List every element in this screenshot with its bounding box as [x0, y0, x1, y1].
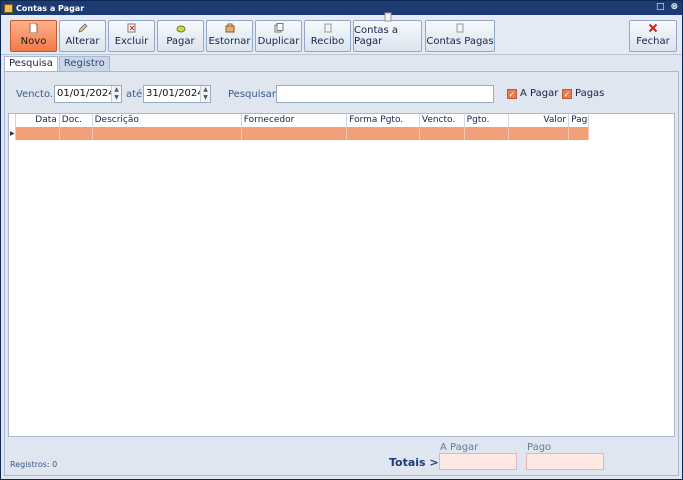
- search-input[interactable]: [276, 85, 494, 103]
- pagar-button[interactable]: Pagar: [157, 20, 204, 52]
- recibo-button-label: Recibo: [310, 36, 345, 47]
- delete-icon: [127, 23, 137, 33]
- estornar-button[interactable]: Estornar: [206, 20, 253, 52]
- recibo-button[interactable]: Recibo: [304, 20, 351, 52]
- cell-pago[interactable]: [569, 127, 590, 140]
- alterar-button[interactable]: Alterar: [59, 20, 106, 52]
- col-header-valor[interactable]: Valor: [509, 114, 570, 127]
- spin-arrows-icon[interactable]: ▲ ▼: [200, 86, 210, 102]
- excluir-button[interactable]: Excluir: [108, 20, 155, 52]
- col-header-forma-pgto[interactable]: Forma Pgto.: [347, 114, 420, 127]
- date-from-value: 01/01/2024: [57, 88, 115, 99]
- cell-pgto[interactable]: [465, 127, 510, 140]
- contas-a-pagar-button[interactable]: Contas a Pagar: [353, 12, 422, 52]
- col-header-pgto[interactable]: Pgto.: [465, 114, 510, 127]
- new-document-icon: [29, 23, 39, 33]
- cell-doc[interactable]: [60, 127, 93, 140]
- duplicate-icon: [274, 23, 284, 33]
- filter-bar: Vencto.: 01/01/2024 ▲ ▼ até 31/01/2024 ▲ ▼…: [5, 72, 678, 112]
- checkbox-checked-icon: ✓: [562, 88, 572, 99]
- col-header-vencto[interactable]: Vencto.: [420, 114, 465, 127]
- estornar-button-label: Estornar: [208, 36, 251, 47]
- date-to-input[interactable]: 31/01/2024 ▲ ▼: [143, 85, 211, 103]
- app-icon: [4, 3, 13, 13]
- contas-a-pagar-window: Contas a Pagar □ ⊗ Novo Alterar Excluir: [0, 0, 683, 480]
- contas-pagas-button[interactable]: Contas Pagas: [425, 20, 495, 52]
- cell-vencto[interactable]: [420, 127, 465, 140]
- window-title: Contas a Pagar: [16, 3, 85, 13]
- novo-button-label: Novo: [20, 36, 47, 47]
- tab-registro[interactable]: Registro: [58, 56, 110, 71]
- col-header-pago[interactable]: Pago: [569, 114, 590, 127]
- cell-forma-pgto[interactable]: [347, 127, 420, 140]
- fechar-button-label: Fechar: [636, 36, 670, 47]
- totais-label: Totais >: [389, 456, 439, 469]
- contas-grid[interactable]: Data Doc. Descrição Fornecedor Forma Pgt…: [8, 113, 675, 437]
- date-to-value: 31/01/2024: [146, 88, 204, 99]
- report-icon: [455, 23, 465, 33]
- vencto-label: Vencto.:: [16, 89, 57, 100]
- duplicar-button[interactable]: Duplicar: [255, 20, 302, 52]
- a-pagar-total-field: [439, 453, 517, 470]
- pago-total-label: Pago: [527, 442, 552, 453]
- tab-pesquisa[interactable]: Pesquisa: [4, 56, 58, 71]
- grid-header: Data Doc. Descrição Fornecedor Forma Pgt…: [9, 114, 590, 127]
- col-header-fornecedor[interactable]: Fornecedor: [242, 114, 348, 127]
- cell-fornecedor[interactable]: [242, 127, 348, 140]
- close-window-icon[interactable]: ⊗: [670, 2, 678, 12]
- pay-icon: [176, 23, 186, 33]
- receipt-icon: [323, 23, 333, 33]
- pagas-checkbox-label: Pagas: [575, 88, 605, 99]
- checkbox-checked-icon: ✓: [507, 88, 517, 99]
- pesquisa-panel: Vencto.: 01/01/2024 ▲ ▼ até 31/01/2024 ▲ ▼…: [4, 71, 679, 476]
- col-header-data[interactable]: Data: [16, 114, 60, 127]
- col-header-doc[interactable]: Doc.: [60, 114, 93, 127]
- cell-data[interactable]: [16, 127, 60, 140]
- toolbar: Novo Alterar Excluir Pagar Estornar Dupl…: [1, 12, 682, 55]
- contas-pagas-button-label: Contas Pagas: [426, 36, 494, 47]
- tab-strip: Pesquisa Registro: [4, 56, 111, 71]
- title-bar: Contas a Pagar □ ⊗: [1, 1, 682, 15]
- novo-button[interactable]: Novo: [10, 20, 57, 52]
- a-pagar-checkbox[interactable]: ✓ A Pagar: [507, 88, 558, 99]
- report-icon: [383, 12, 393, 22]
- current-row-arrow-icon: ▶: [10, 130, 15, 137]
- edit-pencil-icon: [77, 23, 88, 33]
- duplicar-button-label: Duplicar: [257, 36, 300, 47]
- pesquisar-label: Pesquisar:: [228, 89, 280, 100]
- pagas-checkbox[interactable]: ✓ Pagas: [562, 88, 604, 99]
- cell-descricao[interactable]: [93, 127, 242, 140]
- indicator-header: [9, 114, 16, 127]
- ate-label: até: [126, 89, 143, 100]
- fechar-button[interactable]: Fechar: [629, 20, 677, 52]
- col-header-descricao[interactable]: Descrição: [93, 114, 242, 127]
- pago-total-field: [526, 453, 604, 470]
- reverse-icon: [225, 23, 235, 33]
- date-from-input[interactable]: 01/01/2024 ▲ ▼: [54, 85, 122, 103]
- excluir-button-label: Excluir: [114, 36, 149, 47]
- maximize-icon[interactable]: □: [656, 2, 665, 12]
- pagar-button-label: Pagar: [166, 36, 195, 47]
- alterar-button-label: Alterar: [65, 36, 100, 47]
- footer-totals: Registros: 0 Totais > A Pagar Pago: [5, 438, 678, 476]
- a-pagar-checkbox-label: A Pagar: [520, 88, 559, 99]
- a-pagar-total-label: A Pagar: [440, 442, 479, 453]
- contas-a-pagar-button-label: Contas a Pagar: [354, 25, 399, 47]
- close-x-icon: [648, 23, 658, 33]
- table-row[interactable]: [9, 127, 590, 140]
- registros-count: Registros: 0: [10, 460, 58, 469]
- cell-valor[interactable]: [509, 127, 570, 140]
- spin-arrows-icon[interactable]: ▲ ▼: [111, 86, 121, 102]
